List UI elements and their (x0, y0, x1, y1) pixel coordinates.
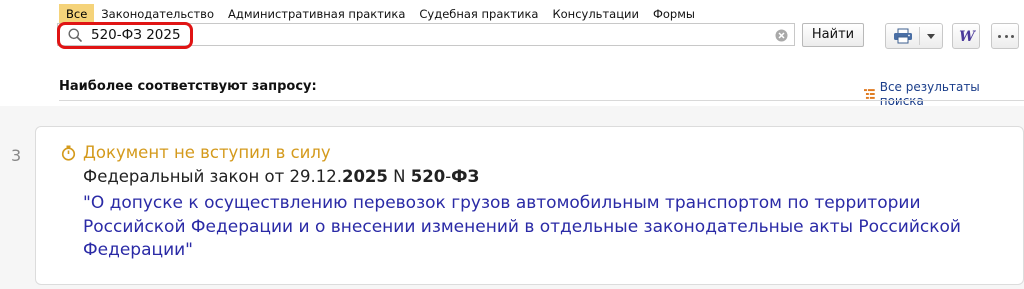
list-icon (864, 89, 875, 99)
chevron-down-icon[interactable] (927, 34, 935, 39)
document-title-link[interactable]: "О допуске к осуществлению перевозок гру… (83, 192, 963, 263)
search-panel: Все Законодательство Административная пр… (0, 0, 1024, 108)
document-meta: Федеральный закон от 29.12.2025 N 520-ФЗ (83, 167, 479, 186)
all-results-label: Все результаты поиска (879, 80, 980, 108)
result-number: 3 (11, 146, 22, 165)
print-icon (894, 28, 912, 44)
tab-all[interactable]: Все (59, 4, 95, 23)
word-icon: W (959, 29, 976, 44)
document-status: Документ не вступил в силу (61, 143, 331, 162)
more-button[interactable] (991, 23, 1019, 49)
search-query-highlight (57, 22, 193, 49)
tab-legislation[interactable]: Законодательство (94, 4, 221, 23)
tab-consultations[interactable]: Консультации (545, 4, 646, 23)
tab-forms[interactable]: Формы (646, 4, 702, 23)
divider (59, 100, 1024, 101)
export-word-button[interactable]: W (952, 23, 980, 49)
meta-prefix: Федеральный закон от 29.12. (83, 167, 342, 186)
stopwatch-icon (61, 145, 76, 161)
tab-judicial-practice[interactable]: Судебная практика (412, 4, 545, 23)
find-button[interactable]: Найти (802, 23, 864, 47)
results-heading: Наиболее соответствуют запросу: (59, 79, 317, 94)
meta-number: 520 (410, 167, 446, 186)
search-tabs: Все Законодательство Административная пр… (59, 4, 702, 23)
clear-icon[interactable] (775, 29, 788, 42)
svg-text:W: W (959, 29, 976, 44)
meta-code: ФЗ (451, 167, 480, 186)
all-results-link[interactable]: Все результаты поиска (864, 80, 1024, 108)
meta-mid: N (387, 167, 411, 186)
meta-year: 2025 (341, 167, 388, 186)
more-icon (998, 35, 1014, 39)
print-button-divider (919, 27, 920, 45)
status-text: Документ не вступил в силу (83, 143, 331, 162)
print-button[interactable] (885, 23, 943, 49)
tab-administrative-practice[interactable]: Административная практика (221, 4, 412, 23)
